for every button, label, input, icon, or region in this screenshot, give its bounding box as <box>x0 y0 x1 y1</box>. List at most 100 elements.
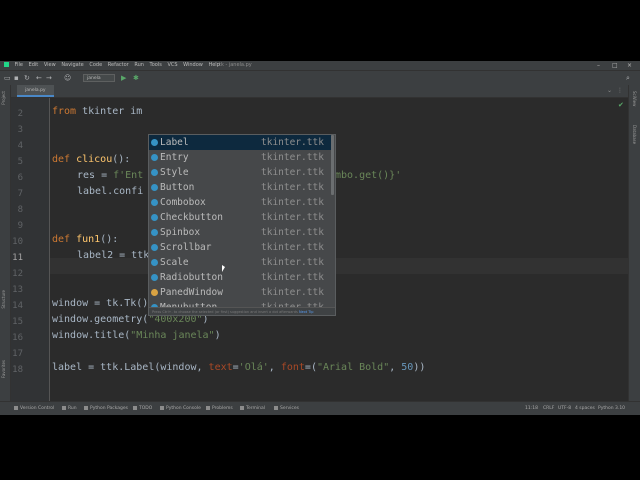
back-arrow-icon[interactable]: ← <box>36 74 42 82</box>
branch-icon <box>14 405 18 410</box>
autocomplete-item[interactable]: Style tkinter.ttk <box>149 165 331 180</box>
caret-position[interactable]: 11:18 <box>525 402 538 415</box>
menu-window[interactable]: Window <box>183 61 203 70</box>
line-number: 15 <box>12 317 23 327</box>
save-icon[interactable]: ▪ <box>14 74 19 82</box>
class-icon <box>151 154 158 161</box>
class-icon <box>151 244 158 251</box>
run-label: Run <box>68 406 77 411</box>
database-tool-tab[interactable]: Database <box>632 125 637 144</box>
line-number-current: 11 <box>12 253 23 263</box>
python-interpreter[interactable]: Python 3.10 <box>598 402 625 415</box>
autocomplete-item-name: Label <box>160 137 189 148</box>
tab-janela-py[interactable]: janela.py <box>17 85 54 97</box>
autocomplete-item-name: Spinbox <box>160 227 201 238</box>
class-icon <box>151 229 158 236</box>
autocomplete-item[interactable]: Spinbox tkinter.ttk <box>149 225 331 240</box>
autocomplete-item[interactable]: Button tkinter.ttk <box>149 180 331 195</box>
autocomplete-item[interactable]: PanedWindow tkinter.ttk <box>149 285 331 300</box>
autocomplete-scrollbar[interactable] <box>331 135 334 195</box>
variable-icon <box>151 289 158 296</box>
indent-setting[interactable]: 4 spaces <box>575 402 595 415</box>
run-tab[interactable]: Run <box>62 402 77 415</box>
number-literal: 50 <box>401 362 414 373</box>
search-icon[interactable]: ⌕ <box>626 74 630 82</box>
file-encoding[interactable]: UTF-8 <box>558 402 571 415</box>
code-token: )) <box>413 362 426 373</box>
bug-icon[interactable]: ✱ <box>133 74 139 82</box>
structure-tool-tab[interactable]: Structure <box>1 290 6 309</box>
more-options-icon[interactable]: ⋮ <box>617 87 623 94</box>
run-configuration-select[interactable]: janela <box>83 74 115 82</box>
code-line-current: label2 = ttk. <box>77 250 156 261</box>
menu-file[interactable]: File <box>15 61 23 70</box>
python-console-tab[interactable]: Python Console <box>160 402 201 415</box>
autocomplete-item-module: tkinter.ttk <box>261 137 324 148</box>
python-console-label: Python Console <box>166 406 201 411</box>
python-packages-tab[interactable]: Python Packages <box>84 402 128 415</box>
close-button[interactable]: × <box>627 61 632 70</box>
autocomplete-item-name: Button <box>160 182 195 193</box>
python-packages-label: Python Packages <box>90 406 129 411</box>
favorites-tool-tab[interactable]: Favorites <box>1 360 6 378</box>
menu-code[interactable]: Code <box>89 61 102 70</box>
terminal-tab[interactable]: Terminal <box>240 402 265 415</box>
class-icon <box>151 199 158 206</box>
list-icon <box>133 405 137 410</box>
class-icon <box>151 139 158 146</box>
inspection-ok-icon[interactable]: ✔ <box>618 101 624 109</box>
version-control-tab[interactable]: Version Control <box>14 402 54 415</box>
string-literal: "Arial Bold" <box>316 362 390 373</box>
autocomplete-item[interactable]: Radiobutton tkinter.ttk <box>149 270 331 285</box>
menu-tools[interactable]: Tools <box>150 61 162 70</box>
menu-vcs[interactable]: VCS <box>167 61 177 70</box>
chevron-down-icon[interactable]: ⌄ <box>607 87 612 94</box>
package-icon <box>84 405 88 410</box>
menu-refactor[interactable]: Refactor <box>108 61 129 70</box>
code-token: f'Ent <box>113 170 144 181</box>
user-icon[interactable]: ☺ <box>64 74 71 82</box>
autocomplete-item-name: PanedWindow <box>160 287 223 298</box>
autocomplete-item[interactable]: Scrollbar tkinter.ttk <box>149 240 331 255</box>
autocomplete-item-module: tkinter.ttk <box>261 212 324 223</box>
line-separator[interactable]: CRLF <box>543 402 554 415</box>
autocomplete-item-module: tkinter.ttk <box>261 257 324 268</box>
code-line: mbo.get()}' <box>335 168 401 184</box>
minimize-button[interactable]: – <box>597 61 600 70</box>
autocomplete-item[interactable]: Checkbutton tkinter.ttk <box>149 210 331 225</box>
run-configuration-label: janela <box>87 76 101 81</box>
code-line: window.title("Minha janela") <box>52 328 221 344</box>
class-icon <box>151 259 158 266</box>
console-icon <box>160 405 164 410</box>
sciview-tool-tab[interactable]: SciView <box>632 91 637 106</box>
code-line: label.confi <box>77 186 144 197</box>
play-icon[interactable]: ▶ <box>121 74 126 82</box>
services-label: Services <box>280 406 299 411</box>
keyword-def: def <box>52 234 71 245</box>
code-line: res = f'Ent <box>77 168 143 184</box>
status-bar: Version Control Run Python Packages TODO… <box>0 401 640 415</box>
autocomplete-item[interactable]: Combobox tkinter.ttk <box>149 195 331 210</box>
code-line: label = ttk.Label(window, text='Olá', fo… <box>52 360 425 376</box>
autocomplete-item[interactable]: Label tkinter.ttk <box>149 135 331 150</box>
next-tip-link[interactable]: Next Tip <box>299 310 314 314</box>
maximize-button[interactable]: □ <box>612 61 618 70</box>
param-name: font <box>280 362 305 373</box>
problems-tab[interactable]: Problems <box>206 402 233 415</box>
line-number: 10 <box>12 237 23 247</box>
menu-run[interactable]: Run <box>134 61 144 70</box>
project-tool-tab[interactable]: Project <box>1 91 6 105</box>
menu-view[interactable]: View <box>44 61 56 70</box>
services-tab[interactable]: Services <box>274 402 299 415</box>
function-name: clicou <box>76 154 113 165</box>
line-number: 13 <box>12 285 23 295</box>
forward-arrow-icon[interactable]: → <box>46 74 52 82</box>
menu-navigate[interactable]: Navigate <box>61 61 83 70</box>
autocomplete-item[interactable]: Scale tkinter.ttk <box>149 255 331 270</box>
todo-tab[interactable]: TODO <box>133 402 152 415</box>
sync-icon[interactable]: ↻ <box>24 74 30 82</box>
menu-edit[interactable]: Edit <box>29 61 39 70</box>
tab-label: janela.py <box>25 88 46 93</box>
open-folder-icon[interactable]: ▭ <box>4 74 11 82</box>
autocomplete-item[interactable]: Entry tkinter.ttk <box>149 150 331 165</box>
